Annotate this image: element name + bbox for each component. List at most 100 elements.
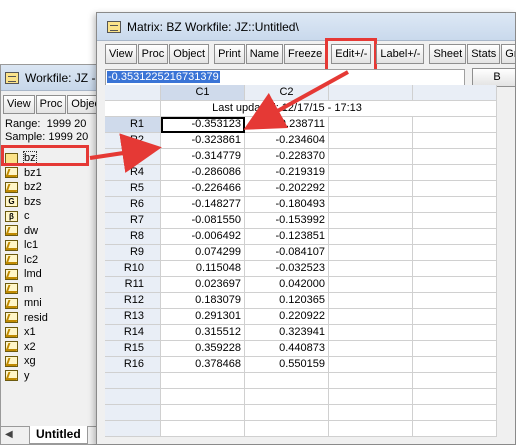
grid-cell-empty[interactable] [413, 117, 497, 133]
cell-c2[interactable]: 0.550159 [245, 357, 329, 373]
corner-cell[interactable] [105, 85, 161, 101]
grid-cell-empty[interactable] [329, 341, 413, 357]
column-header-c2[interactable]: C2 [245, 85, 329, 101]
cell-c1[interactable]: 0.315512 [161, 325, 245, 341]
cell-c2[interactable]: -0.123851 [245, 229, 329, 245]
cell-c1[interactable]: 0.291301 [161, 309, 245, 325]
grid-cell-empty[interactable] [413, 373, 497, 389]
cell-c1[interactable]: -0.314779 [161, 149, 245, 165]
cell-c1[interactable]: -0.148277 [161, 197, 245, 213]
object-item-xg[interactable]: xg [1, 354, 99, 369]
grid-cell-empty[interactable] [329, 245, 413, 261]
cell-edit-field[interactable]: -0.3531225216731379 [105, 69, 465, 86]
grid-cell-empty[interactable] [413, 181, 497, 197]
row-header[interactable]: R15 [105, 341, 161, 357]
object-item-bzs[interactable]: Gbzs [1, 195, 99, 210]
row-header[interactable]: R7 [105, 213, 161, 229]
row-header[interactable]: R16 [105, 357, 161, 373]
cell-c2[interactable]: 0.440873 [245, 341, 329, 357]
cell-c1[interactable]: 0.359228 [161, 341, 245, 357]
matrix-title-bar[interactable]: Matrix: BZ Workfile: JZ::Untitled\ [97, 13, 515, 41]
cell-c2[interactable]: -0.234604 [245, 133, 329, 149]
grid-cell-empty[interactable] [413, 149, 497, 165]
cell-c2[interactable]: 0.220922 [245, 309, 329, 325]
row-header[interactable]: R5 [105, 181, 161, 197]
object-item-m[interactable]: m [1, 282, 99, 297]
workfile-title-bar[interactable]: Workfile: JZ - [1, 65, 99, 91]
grid-cell-empty[interactable] [329, 133, 413, 149]
grid-cell-empty[interactable] [413, 197, 497, 213]
column-header-c1[interactable]: C1 [161, 85, 245, 101]
object-item-bz2[interactable]: bz2 [1, 180, 99, 195]
grid-cell-empty[interactable] [329, 181, 413, 197]
workfile-proc-button[interactable]: Proc [35, 95, 67, 114]
grid-cell-empty[interactable] [161, 373, 245, 389]
row-header[interactable]: R14 [105, 325, 161, 341]
object-item-y[interactable]: y [1, 369, 99, 384]
grid-cell-empty[interactable] [329, 229, 413, 245]
tab-untitled[interactable]: Untitled [29, 426, 88, 444]
grid-cell-empty[interactable] [161, 405, 245, 421]
grid-cell-empty[interactable] [329, 421, 413, 437]
cell-c1[interactable]: -0.286086 [161, 165, 245, 181]
grid-cell-empty[interactable] [245, 421, 329, 437]
cell-c2[interactable]: -0.153992 [245, 213, 329, 229]
cell-c1[interactable]: 0.074299 [161, 245, 245, 261]
grid-cell-empty[interactable] [329, 293, 413, 309]
row-header[interactable]: R1 [105, 117, 161, 133]
grid-cell-empty[interactable] [329, 213, 413, 229]
grid-cell-empty[interactable] [329, 373, 413, 389]
grid-cell-empty[interactable] [413, 357, 497, 373]
object-item-x1[interactable]: x1 [1, 325, 99, 340]
cell-c1[interactable]: -0.323861 [161, 133, 245, 149]
grid-cell-empty[interactable] [329, 325, 413, 341]
grid-cell-empty[interactable] [329, 197, 413, 213]
row-header[interactable]: R2 [105, 133, 161, 149]
object-item-lc1[interactable]: lc1 [1, 238, 99, 253]
object-item-resid[interactable]: resid [1, 311, 99, 326]
grid-cell-empty[interactable] [329, 357, 413, 373]
grid-cell-empty[interactable] [413, 293, 497, 309]
grid-cell-empty[interactable] [329, 149, 413, 165]
cell-c2[interactable]: 0.042000 [245, 277, 329, 293]
cell-c1[interactable]: 0.115048 [161, 261, 245, 277]
grid-cell-empty[interactable] [413, 421, 497, 437]
grid-cell-empty[interactable] [329, 277, 413, 293]
object-item-lmd[interactable]: lmd [1, 267, 99, 282]
grid-cell-empty[interactable] [413, 261, 497, 277]
view-button[interactable]: View [105, 44, 137, 64]
grid-cell-empty[interactable] [245, 389, 329, 405]
grid-cell-empty[interactable] [413, 229, 497, 245]
grid-cell-empty[interactable] [329, 165, 413, 181]
grid-cell-empty[interactable] [329, 405, 413, 421]
cell-c2[interactable]: -0.238711 [245, 117, 329, 133]
grid-cell-empty[interactable] [413, 213, 497, 229]
object-item-bz1[interactable]: bz1 [1, 166, 99, 181]
row-header-empty[interactable] [105, 421, 161, 437]
freeze-button[interactable]: Freeze [284, 44, 327, 64]
row-header[interactable]: R13 [105, 309, 161, 325]
edit-toggle-button[interactable]: Edit+/- [331, 44, 372, 64]
cell-c2[interactable]: 0.323941 [245, 325, 329, 341]
cell-c1[interactable]: -0.006492 [161, 229, 245, 245]
grid-cell-empty[interactable] [413, 245, 497, 261]
grid-cell-empty[interactable] [413, 277, 497, 293]
cell-c1[interactable]: 0.183079 [161, 293, 245, 309]
object-item-c[interactable]: βc [1, 209, 99, 224]
row-header[interactable]: R3 [105, 149, 161, 165]
grid-cell-empty[interactable] [161, 389, 245, 405]
tab-scroll-left-icon[interactable]: ◀ [5, 429, 13, 440]
object-item-lc2[interactable]: lc2 [1, 253, 99, 268]
grid-cell-empty[interactable] [413, 309, 497, 325]
graph-button[interactable]: Gra [501, 44, 515, 64]
workfile-view-button[interactable]: View [3, 95, 35, 114]
cell-c1[interactable]: -0.081550 [161, 213, 245, 229]
cell-c2[interactable]: 0.120365 [245, 293, 329, 309]
grid-cell-empty[interactable] [413, 405, 497, 421]
object-button[interactable]: Object [169, 44, 210, 64]
cell-c2[interactable]: -0.228370 [245, 149, 329, 165]
cell-c2[interactable]: -0.084107 [245, 245, 329, 261]
grid-cell-empty[interactable] [245, 405, 329, 421]
row-header[interactable]: R6 [105, 197, 161, 213]
grid-cell-empty[interactable] [413, 341, 497, 357]
